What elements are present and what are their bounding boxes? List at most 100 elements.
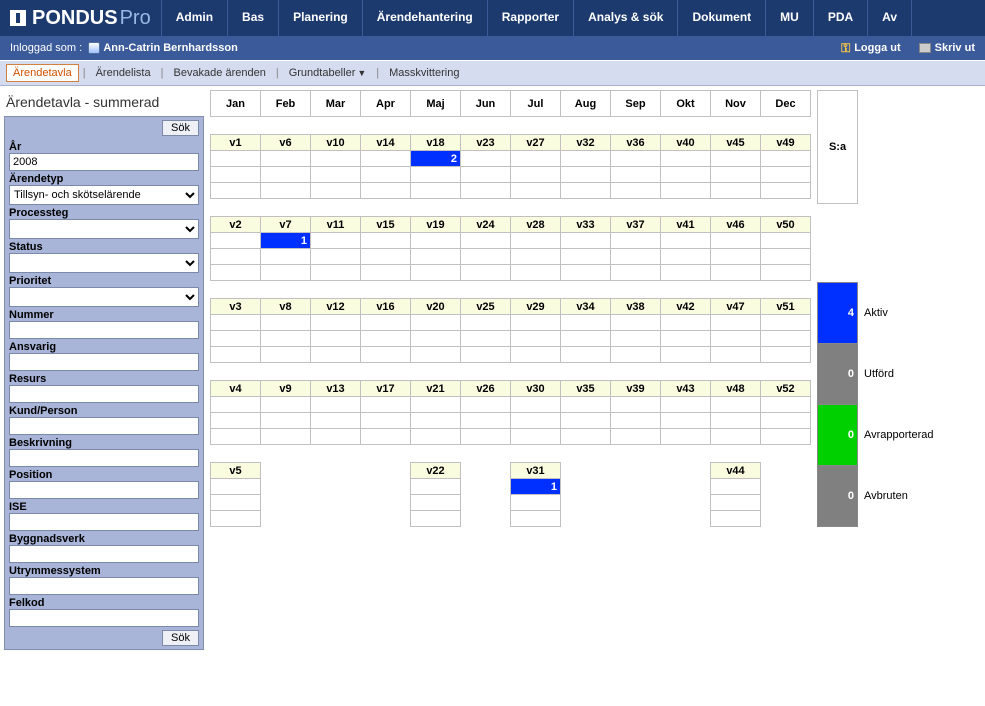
mainmenu-item-dokument[interactable]: Dokument: [677, 0, 765, 36]
filter-input-kund-person[interactable]: [9, 417, 199, 435]
week-cell-v40[interactable]: v40: [661, 135, 711, 151]
subtab-grundtabeller[interactable]: Grundtabeller▼: [283, 65, 373, 81]
mainmenu-item-pda[interactable]: PDA: [813, 0, 867, 36]
week-cell-v36[interactable]: v36: [611, 135, 661, 151]
week-cell-v47[interactable]: v47: [711, 299, 761, 315]
filter-input-utrymmessystem[interactable]: [9, 577, 199, 595]
filter-input-felkod[interactable]: [9, 609, 199, 627]
week-cell-v38[interactable]: v38: [611, 299, 661, 315]
mainmenu-item-rapporter[interactable]: Rapporter: [487, 0, 573, 36]
filter-label-prioritet: Prioritet: [9, 275, 199, 287]
filter-input--r[interactable]: [9, 153, 199, 171]
week-cell-v6[interactable]: v6: [261, 135, 311, 151]
subtab-bevakade-renden[interactable]: Bevakade ärenden: [167, 65, 271, 81]
week-cell-v34[interactable]: v34: [561, 299, 611, 315]
week-cell-v14[interactable]: v14: [361, 135, 411, 151]
week-cell-v21[interactable]: v21: [411, 381, 461, 397]
mainmenu-item-bas[interactable]: Bas: [227, 0, 278, 36]
week-cell-v29[interactable]: v29: [511, 299, 561, 315]
week-cell-v39[interactable]: v39: [611, 381, 661, 397]
filter-input-prioritet[interactable]: [9, 287, 199, 307]
week-cell-v2[interactable]: v2: [211, 217, 261, 233]
week-cell-v24[interactable]: v24: [461, 217, 511, 233]
week-cell-v37[interactable]: v37: [611, 217, 661, 233]
week-cell-v17[interactable]: v17: [361, 381, 411, 397]
week-cell-v3[interactable]: v3: [211, 299, 261, 315]
search-button-bottom[interactable]: Sök: [162, 630, 199, 646]
empty-cell: [261, 331, 311, 347]
week-cell-v1[interactable]: v1: [211, 135, 261, 151]
empty-cell: [511, 183, 561, 199]
week-cell-v9[interactable]: v9: [261, 381, 311, 397]
filter-input-byggnadsverk[interactable]: [9, 545, 199, 563]
filter-label-nummer: Nummer: [9, 309, 199, 321]
week-cell-v8[interactable]: v8: [261, 299, 311, 315]
logout-link[interactable]: ⚿Logga ut: [841, 41, 901, 56]
data-cell-v7-0[interactable]: 1: [261, 233, 311, 249]
week-cell-v25[interactable]: v25: [461, 299, 511, 315]
mainmenu-item--rendehantering[interactable]: Ärendehantering: [362, 0, 487, 36]
week-cell-v11[interactable]: v11: [311, 217, 361, 233]
filter-label-ansvarig: Ansvarig: [9, 341, 199, 353]
empty-cell: [311, 249, 361, 265]
week-cell-v35[interactable]: v35: [561, 381, 611, 397]
week-cell-v26[interactable]: v26: [461, 381, 511, 397]
subtab--rendetavla[interactable]: Ärendetavla: [6, 64, 79, 82]
filter-input-beskrivning[interactable]: [9, 449, 199, 467]
week-cell-v46[interactable]: v46: [711, 217, 761, 233]
mainmenu-item-av[interactable]: Av: [867, 0, 912, 36]
mainmenu-item-analys-s-k[interactable]: Analys & sök: [573, 0, 677, 36]
empty-cell: [311, 429, 361, 445]
week-cell-v43[interactable]: v43: [661, 381, 711, 397]
week-cell-v10[interactable]: v10: [311, 135, 361, 151]
empty-cell: [611, 429, 661, 445]
week-cell-v7[interactable]: v7: [261, 217, 311, 233]
week-cell-v31[interactable]: v31: [511, 463, 561, 479]
week-cell-v4[interactable]: v4: [211, 381, 261, 397]
empty-cell: [761, 151, 811, 167]
week-cell-v28[interactable]: v28: [511, 217, 561, 233]
data-cell-v18-0[interactable]: 2: [411, 151, 461, 167]
empty-cell: [211, 495, 261, 511]
mainmenu-item-admin[interactable]: Admin: [161, 0, 227, 36]
filter-input-position[interactable]: [9, 481, 199, 499]
week-cell-v23[interactable]: v23: [461, 135, 511, 151]
week-cell-v30[interactable]: v30: [511, 381, 561, 397]
week-cell-v18[interactable]: v18: [411, 135, 461, 151]
mainmenu-item-mu[interactable]: MU: [765, 0, 813, 36]
filter-input--rendetyp[interactable]: Tillsyn- och skötselärende: [9, 185, 199, 205]
week-cell-v16[interactable]: v16: [361, 299, 411, 315]
week-cell-v50[interactable]: v50: [761, 217, 811, 233]
filter-input-ansvarig[interactable]: [9, 353, 199, 371]
week-cell-v13[interactable]: v13: [311, 381, 361, 397]
subtab-masskvittering[interactable]: Masskvittering: [383, 65, 465, 81]
week-cell-v15[interactable]: v15: [361, 217, 411, 233]
week-cell-v44[interactable]: v44: [711, 463, 761, 479]
week-cell-v48[interactable]: v48: [711, 381, 761, 397]
week-cell-v20[interactable]: v20: [411, 299, 461, 315]
week-cell-v32[interactable]: v32: [561, 135, 611, 151]
print-link[interactable]: Skriv ut: [919, 42, 975, 54]
data-cell-v31-0[interactable]: 1: [511, 479, 561, 495]
week-cell-v42[interactable]: v42: [661, 299, 711, 315]
week-cell-v33[interactable]: v33: [561, 217, 611, 233]
search-button-top[interactable]: Sök: [162, 120, 199, 136]
week-cell-v27[interactable]: v27: [511, 135, 561, 151]
filter-input-ise[interactable]: [9, 513, 199, 531]
week-cell-v19[interactable]: v19: [411, 217, 461, 233]
week-cell-v51[interactable]: v51: [761, 299, 811, 315]
week-cell-v5[interactable]: v5: [211, 463, 261, 479]
week-cell-v41[interactable]: v41: [661, 217, 711, 233]
week-cell-v22[interactable]: v22: [411, 463, 461, 479]
week-cell-v12[interactable]: v12: [311, 299, 361, 315]
filter-input-nummer[interactable]: [9, 321, 199, 339]
mainmenu-item-planering[interactable]: Planering: [278, 0, 362, 36]
filter-input-resurs[interactable]: [9, 385, 199, 403]
filter-input-status[interactable]: [9, 253, 199, 273]
week-cell-v52[interactable]: v52: [761, 381, 811, 397]
empty-cell: [311, 397, 361, 413]
subtab--rendelista[interactable]: Ärendelista: [90, 65, 157, 81]
filter-input-processteg[interactable]: [9, 219, 199, 239]
week-cell-v49[interactable]: v49: [761, 135, 811, 151]
week-cell-v45[interactable]: v45: [711, 135, 761, 151]
